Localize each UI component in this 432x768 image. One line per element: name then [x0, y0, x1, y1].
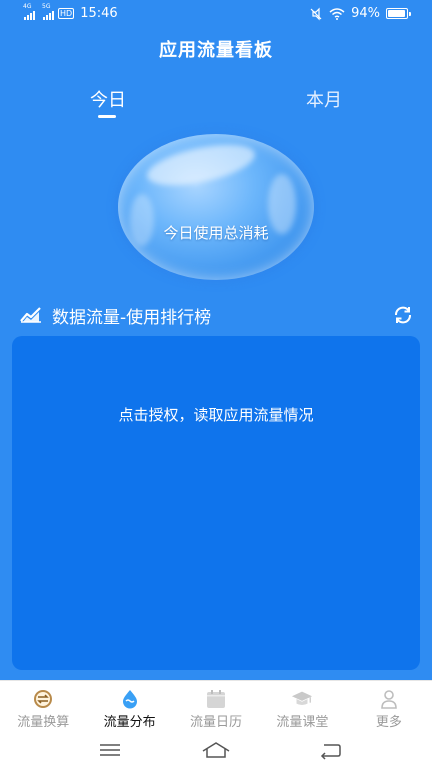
exchange-icon: [32, 689, 54, 709]
nav-label-more: 更多: [375, 715, 402, 730]
nav-label-exchange: 流量换算: [17, 715, 70, 730]
graduation-cap-icon: [291, 689, 313, 709]
nav-label-calendar: 流量日历: [190, 715, 243, 730]
usage-bubble: 今日使用总消耗: [118, 134, 314, 280]
battery-icon: [386, 8, 411, 19]
menu-icon[interactable]: [96, 740, 124, 760]
signal-icon: 5G: [42, 3, 54, 20]
page-title: 应用流量看板: [159, 40, 273, 61]
calendar-icon: [205, 689, 227, 709]
water-drop-icon: [119, 689, 141, 709]
tab-month[interactable]: 本月: [302, 86, 346, 112]
system-nav-bar: [0, 732, 432, 768]
status-bar: 4G 5G HD 15:46 94%: [0, 0, 432, 28]
ranking-panel: 点击授权，读取应用流量情况: [12, 336, 420, 670]
status-time: 15:46: [80, 6, 118, 21]
hd-badge: HD: [58, 8, 75, 19]
tab-indicator: [98, 115, 116, 118]
nav-item-classroom[interactable]: 流量课堂: [259, 681, 345, 732]
bottom-nav: 流量换算 流量分布 流量日历 流量课堂 更多: [0, 680, 432, 732]
battery-percent: 94%: [351, 6, 380, 21]
nav-item-exchange[interactable]: 流量换算: [0, 681, 86, 732]
refresh-icon[interactable]: [392, 304, 414, 326]
nav-label-classroom: 流量课堂: [276, 715, 329, 730]
tab-today[interactable]: 今日: [86, 86, 130, 112]
mute-icon: [310, 7, 322, 20]
signal-icon: 4G: [23, 3, 35, 20]
ranking-title: 数据流量-使用排行榜: [52, 308, 212, 328]
ranking-header: 数据流量-使用排行榜: [20, 302, 416, 328]
wifi-icon: [329, 7, 345, 20]
usage-bubble-label: 今日使用总消耗: [163, 224, 269, 242]
trend-chart-icon: [20, 307, 41, 323]
nav-item-calendar[interactable]: 流量日历: [173, 681, 259, 732]
authorize-link[interactable]: 点击授权，读取应用流量情况: [12, 404, 420, 425]
nav-item-distribution[interactable]: 流量分布: [86, 681, 172, 732]
back-icon[interactable]: [316, 740, 344, 760]
nav-label-distribution: 流量分布: [103, 715, 156, 730]
nav-item-more[interactable]: 更多: [346, 681, 432, 732]
user-icon: [378, 689, 400, 709]
home-icon[interactable]: [200, 740, 232, 760]
